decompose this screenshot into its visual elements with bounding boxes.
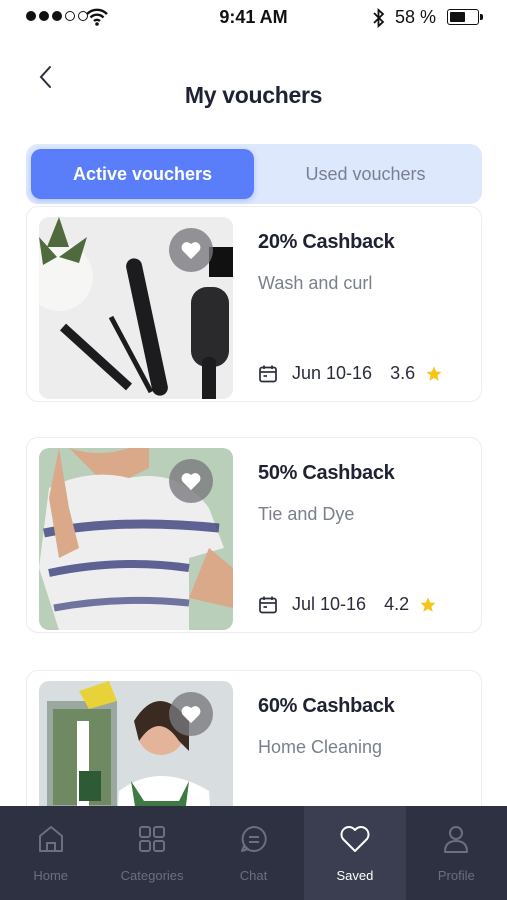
voucher-service: Wash and curl xyxy=(258,273,373,293)
nav-label: Home xyxy=(33,868,69,883)
nav-label: Categories xyxy=(120,868,184,883)
voucher-rating: 4.2 xyxy=(384,594,410,614)
nav-home[interactable]: Home xyxy=(0,806,101,900)
battery-icon xyxy=(447,9,483,25)
voucher-date: Jun 10-16 xyxy=(292,363,373,383)
favorite-button[interactable] xyxy=(169,459,213,503)
status-bar: 9:41 AM 58 % xyxy=(0,0,507,36)
heart-icon xyxy=(181,242,201,260)
voucher-date: Jul 10-16 xyxy=(292,594,367,614)
voucher-meta: Jun 10-16 3.6 xyxy=(258,363,443,384)
nav-label: Saved xyxy=(336,868,374,883)
nav-label: Chat xyxy=(239,868,268,883)
voucher-card[interactable]: 50% Cashback Tie and Dye Jul 10-16 4.2 xyxy=(26,437,482,633)
user-icon xyxy=(442,822,470,856)
tab-active-vouchers[interactable]: Active vouchers xyxy=(31,149,254,199)
nav-categories[interactable]: Categories xyxy=(101,806,202,900)
nav-saved[interactable]: Saved xyxy=(304,806,406,900)
nav-label: Profile xyxy=(437,868,475,883)
voucher-meta: Jul 10-16 4.2 xyxy=(258,594,437,615)
heart-icon xyxy=(181,473,201,491)
voucher-title: 60% Cashback xyxy=(258,695,395,717)
voucher-tabs: Active vouchers Used vouchers xyxy=(26,144,482,204)
bottom-navigation: Home Categories Chat Saved Profile xyxy=(0,806,507,900)
grid-icon xyxy=(138,822,166,856)
tab-used-vouchers[interactable]: Used vouchers xyxy=(254,149,477,199)
favorite-button[interactable] xyxy=(169,228,213,272)
star-icon xyxy=(426,366,442,381)
voucher-rating: 3.6 xyxy=(390,363,416,383)
calendar-icon xyxy=(258,595,278,615)
chat-icon xyxy=(239,822,269,856)
nav-chat[interactable]: Chat xyxy=(203,806,304,900)
bluetooth-icon xyxy=(373,8,385,28)
star-icon xyxy=(420,597,436,612)
home-icon xyxy=(37,822,65,856)
heart-icon xyxy=(181,706,201,724)
heart-icon xyxy=(339,822,371,856)
page-title: My vouchers xyxy=(184,82,323,108)
battery-percentage: 58 % xyxy=(395,7,437,27)
voucher-service: Home Cleaning xyxy=(258,737,383,757)
voucher-title: 20% Cashback xyxy=(258,231,395,253)
favorite-button[interactable] xyxy=(169,692,213,736)
calendar-icon xyxy=(258,364,278,384)
voucher-service: Tie and Dye xyxy=(258,504,355,524)
voucher-card[interactable]: 20% Cashback Wash and curl Jun 10-16 3.6 xyxy=(26,206,482,402)
nav-profile[interactable]: Profile xyxy=(406,806,507,900)
voucher-title: 50% Cashback xyxy=(258,462,395,484)
